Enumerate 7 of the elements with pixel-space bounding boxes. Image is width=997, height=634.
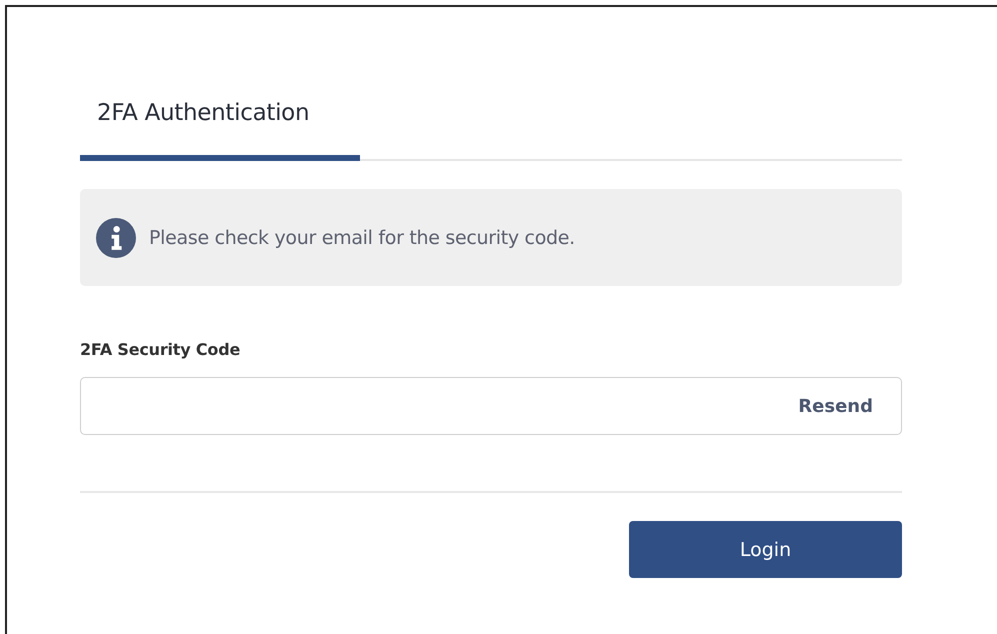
info-icon bbox=[96, 218, 136, 258]
notice-text: Please check your email for the security code. bbox=[149, 226, 575, 248]
field-label: 2FA Security Code bbox=[80, 340, 242, 359]
login-button[interactable]: Login bbox=[629, 521, 902, 578]
security-code-field[interactable]: Resend bbox=[80, 377, 902, 435]
resend-link[interactable]: Resend bbox=[798, 396, 873, 416]
tab[interactable]: 2FA Authentication bbox=[80, 93, 360, 161]
